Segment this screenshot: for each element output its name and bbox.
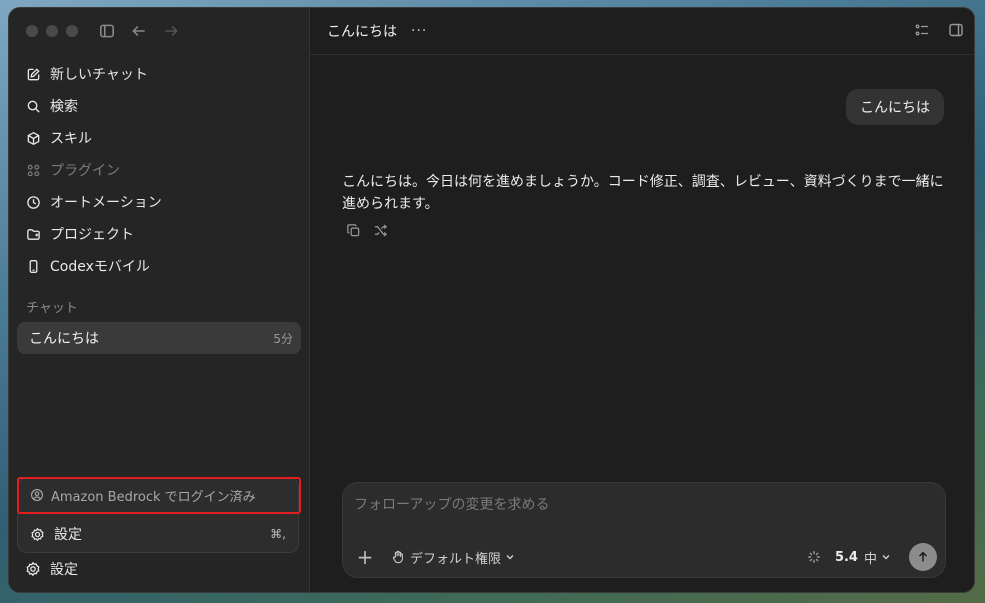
- add-attachment-button[interactable]: +: [355, 547, 375, 567]
- grid-icon: [25, 162, 41, 178]
- login-status-item[interactable]: Amazon Bedrock でログイン済み: [18, 478, 300, 512]
- user-circle-icon: [31, 489, 43, 501]
- zoom-window-button[interactable]: [66, 25, 78, 37]
- message-actions: [346, 223, 388, 238]
- chevron-down-icon: [882, 555, 890, 560]
- phone-icon: [25, 258, 41, 274]
- sidebar-item-label: プロジェクト: [50, 227, 134, 243]
- settings-shortcut: ⌘,: [270, 527, 286, 541]
- permission-dropdown[interactable]: デフォルト権限: [391, 548, 520, 567]
- user-message-bubble: こんにちは: [846, 89, 944, 125]
- effort-selector[interactable]: 中: [864, 548, 891, 567]
- sidebar-item-label: 新しいチャット: [50, 67, 148, 83]
- copy-icon[interactable]: [346, 223, 361, 238]
- more-options-button[interactable]: ···: [411, 23, 427, 39]
- sidebar-item-projects[interactable]: プロジェクト: [17, 218, 301, 250]
- cube-icon: [25, 130, 41, 146]
- app-window: 新しいチャット 検索 スキル プラグイン オートメーション プロジェクト Cod…: [8, 7, 975, 593]
- composer-input[interactable]: [354, 495, 914, 515]
- settings-button[interactable]: 設定: [25, 559, 78, 579]
- sidebar-item-label: スキル: [50, 131, 92, 147]
- sidebar: 新しいチャット 検索 スキル プラグイン オートメーション プロジェクト Cod…: [9, 8, 309, 592]
- gear-icon: [31, 527, 44, 541]
- send-button[interactable]: [909, 543, 937, 571]
- header-actions: [914, 22, 964, 38]
- settings-label: 設定: [50, 562, 78, 578]
- sidebar-toggle-icon[interactable]: [98, 22, 116, 40]
- composer-toolbar: + デフォルト権限 5.4 中: [355, 543, 937, 571]
- main-panel: こんにちは ··· こんにちは こんにちは。今日は何を進めましょうか。コード修正…: [309, 8, 974, 592]
- chat-time: 5分: [273, 331, 293, 346]
- gear-icon: [26, 561, 40, 577]
- conversation-title: こんにちは: [327, 24, 397, 40]
- account-popup-menu: Amazon Bedrock でログイン済み 設定 ⌘,: [17, 477, 299, 553]
- search-icon: [25, 98, 41, 114]
- side-panel-icon[interactable]: [948, 22, 964, 38]
- popup-settings-item[interactable]: 設定 ⌘,: [18, 518, 300, 550]
- chevron-down-icon: [506, 555, 514, 560]
- hand-icon: [392, 550, 403, 564]
- checklist-icon[interactable]: [914, 22, 930, 38]
- sidebar-item-label: Codexモバイル: [50, 259, 150, 275]
- sidebar-item-codex-mobile[interactable]: Codexモバイル: [17, 250, 301, 282]
- sidebar-item-skills[interactable]: スキル: [17, 122, 301, 154]
- loading-spinner-icon: [808, 551, 820, 563]
- edit-icon: [25, 66, 41, 82]
- popup-settings-label: 設定: [54, 527, 82, 543]
- model-selector[interactable]: 5.4: [835, 550, 858, 565]
- sidebar-item-label: プラグイン: [50, 163, 120, 179]
- traffic-lights: [26, 25, 78, 37]
- branch-icon[interactable]: [373, 223, 388, 238]
- folder-icon: [25, 226, 41, 242]
- sidebar-nav: 新しいチャット 検索 スキル プラグイン オートメーション プロジェクト Cod…: [17, 58, 301, 282]
- main-header: こんにちは ···: [310, 8, 974, 55]
- back-arrow-icon[interactable]: [130, 22, 148, 40]
- permission-label: デフォルト権限: [410, 551, 502, 567]
- sidebar-item-label: オートメーション: [50, 195, 162, 211]
- composer: + デフォルト権限 5.4 中: [342, 482, 946, 578]
- assistant-message: こんにちは。今日は何を進めましょうか。コード修正、調査、レビュー、資料づくりまで…: [342, 174, 944, 212]
- sidebar-item-search[interactable]: 検索: [17, 90, 301, 122]
- minimize-window-button[interactable]: [46, 25, 58, 37]
- sidebar-item-label: 検索: [50, 99, 78, 115]
- sidebar-item-new-chat[interactable]: 新しいチャット: [17, 58, 301, 90]
- forward-arrow-icon[interactable]: [162, 22, 180, 40]
- chats-section-label: チャット: [26, 301, 78, 316]
- login-status-text: Amazon Bedrock でログイン済み: [51, 489, 256, 505]
- arrow-up-icon: [918, 551, 928, 562]
- effort-label: 中: [863, 551, 877, 567]
- chat-list-item[interactable]: こんにちは 5分: [17, 322, 301, 354]
- clock-icon: [25, 194, 41, 210]
- sidebar-item-automation[interactable]: オートメーション: [17, 186, 301, 218]
- sidebar-item-plugins[interactable]: プラグイン: [17, 154, 301, 186]
- close-window-button[interactable]: [26, 25, 38, 37]
- chat-title: こんにちは: [29, 331, 99, 347]
- model-controls: 5.4 中: [807, 543, 937, 571]
